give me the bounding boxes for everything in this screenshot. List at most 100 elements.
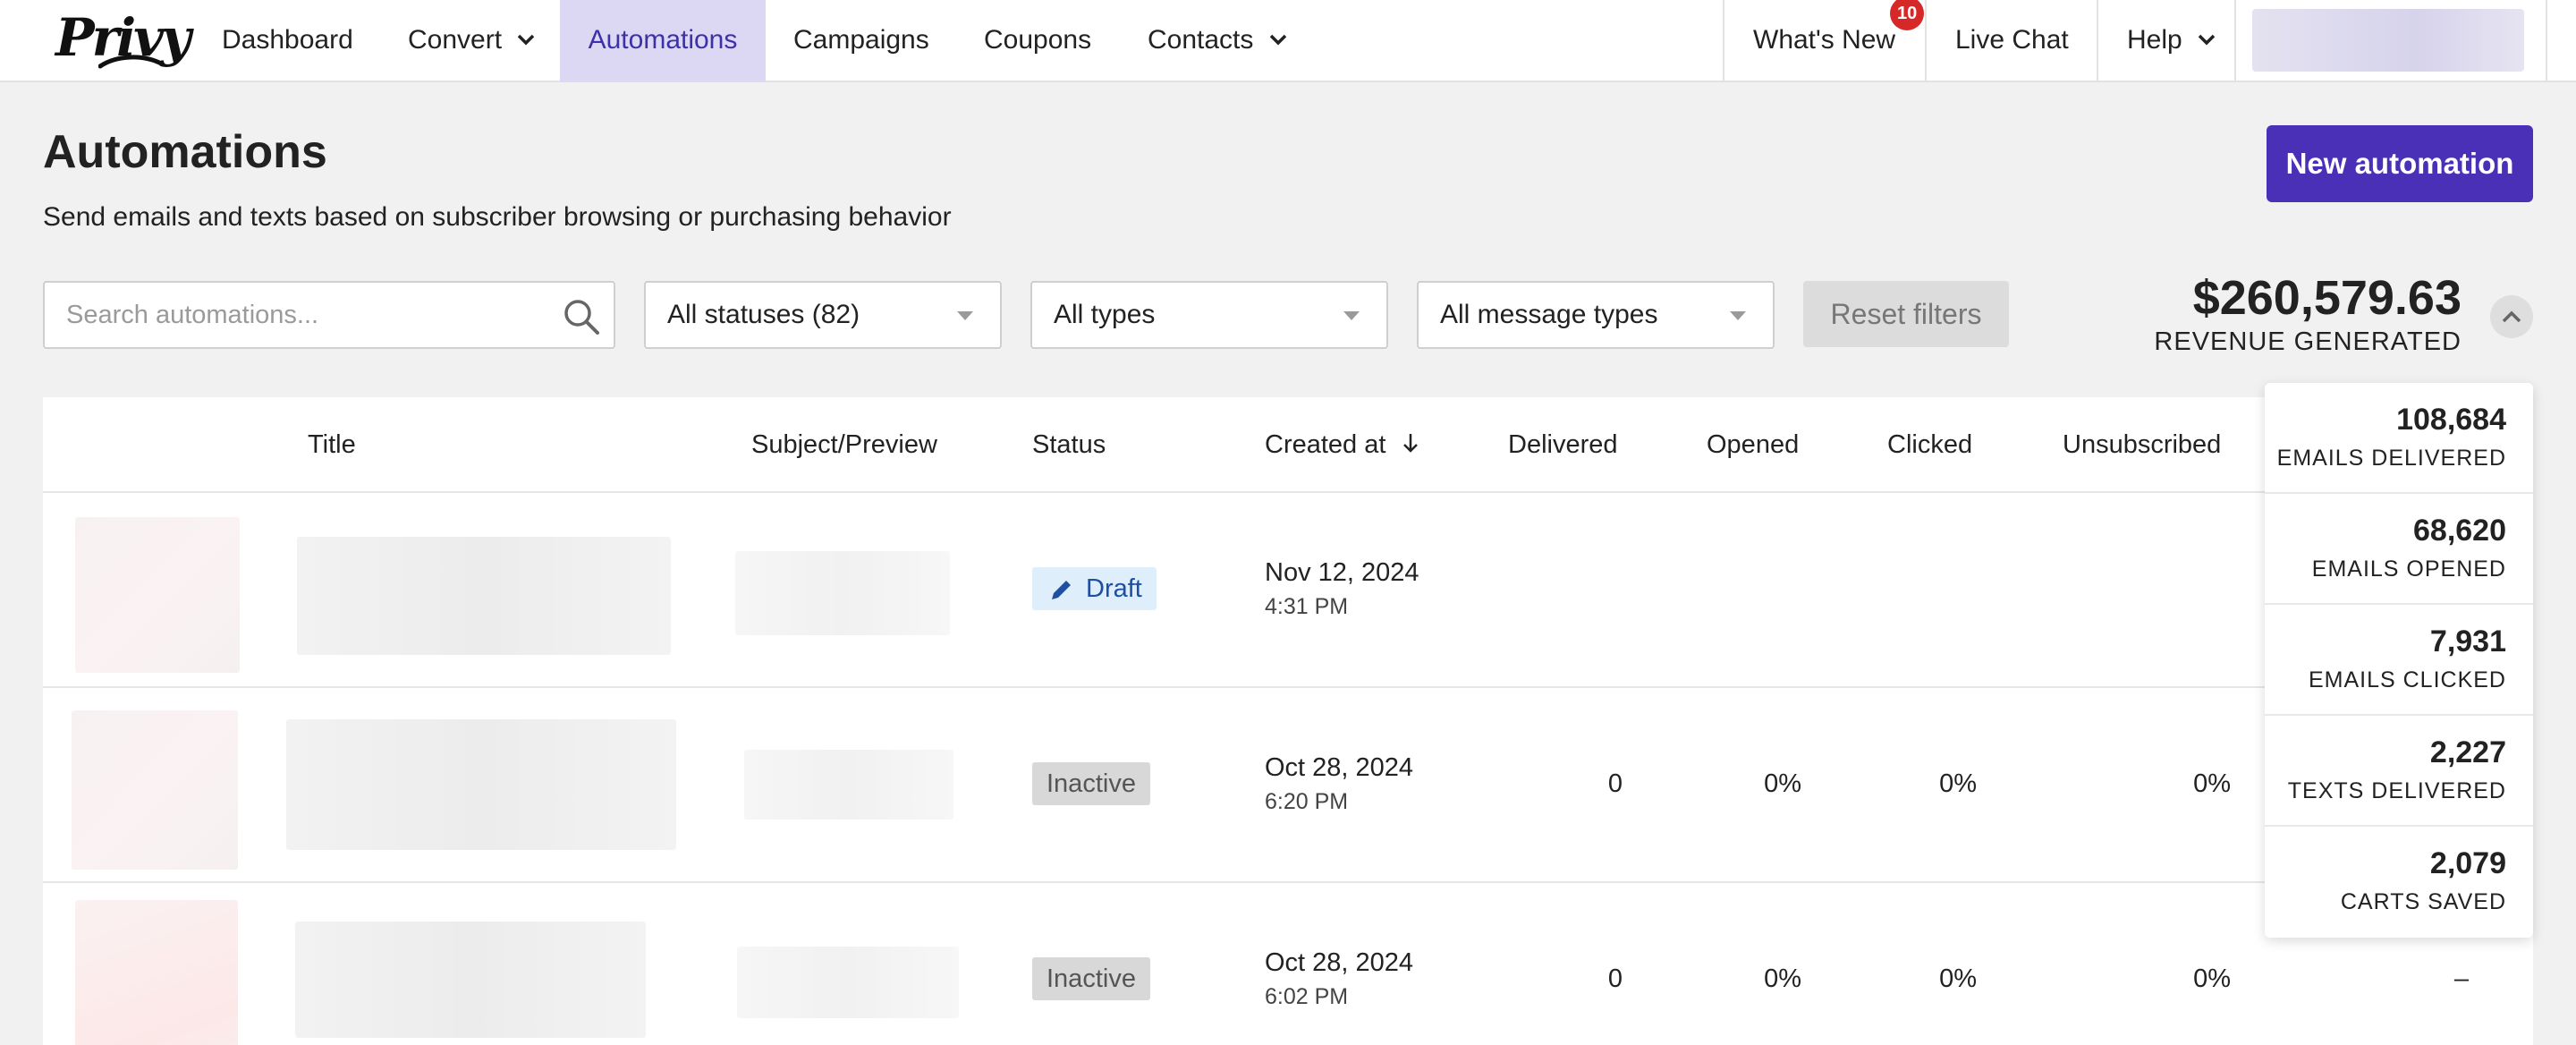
nav-divider bbox=[2234, 0, 2236, 82]
created-time: 6:02 PM bbox=[1265, 984, 1349, 1009]
stat-label: EMAILS OPENED bbox=[2311, 556, 2506, 582]
nav-label: Campaigns bbox=[793, 25, 929, 55]
column-header-subject[interactable]: Subject/Preview bbox=[751, 397, 937, 492]
status-filter-select[interactable]: All statuses (82) bbox=[644, 281, 1002, 349]
reset-filters-button[interactable]: Reset filters bbox=[1803, 281, 2009, 347]
stat-value: 2,227 bbox=[2429, 735, 2506, 769]
created-date: Oct 28, 2024 bbox=[1265, 948, 1414, 977]
notification-badge: 10 bbox=[1890, 0, 1925, 30]
account-menu[interactable] bbox=[2252, 9, 2524, 72]
nav-campaigns[interactable]: Campaigns bbox=[793, 0, 929, 82]
page-subtitle: Send emails and texts based on subscribe… bbox=[43, 202, 952, 232]
stat-value: 108,684 bbox=[2396, 403, 2506, 437]
column-header-label: Created at bbox=[1265, 430, 1386, 459]
nav-label: What's New bbox=[1753, 25, 1896, 55]
column-header-unsubscribed[interactable]: Unsubscribed bbox=[2063, 397, 2221, 492]
nav-contacts[interactable]: Contacts bbox=[1148, 0, 1288, 82]
revenue-value: $260,579.63 bbox=[2192, 271, 2462, 325]
nav-label: Coupons bbox=[984, 25, 1092, 55]
clicked-value: 0% bbox=[1939, 964, 1977, 993]
extra-value: – bbox=[2453, 964, 2469, 993]
stat-emails-opened: 68,620 EMAILS OPENED bbox=[2265, 494, 2533, 605]
redacted-title bbox=[297, 537, 671, 655]
nav-dashboard[interactable]: Dashboard bbox=[222, 0, 353, 82]
chevron-down-icon bbox=[2198, 34, 2216, 46]
redacted-title bbox=[286, 719, 676, 850]
caret-down-icon bbox=[957, 311, 973, 320]
page-title: Automations bbox=[43, 126, 327, 178]
unsubscribed-value: 0% bbox=[2193, 769, 2231, 798]
nav-divider bbox=[2097, 0, 2098, 82]
column-header-created-at[interactable]: Created at bbox=[1265, 397, 1419, 492]
nav-coupons[interactable]: Coupons bbox=[984, 0, 1091, 82]
stat-label: EMAILS DELIVERED bbox=[2276, 446, 2506, 471]
redacted-subject bbox=[735, 551, 950, 635]
type-filter-value: All types bbox=[1054, 300, 1156, 329]
stat-value: 7,931 bbox=[2429, 624, 2506, 658]
search-icon[interactable] bbox=[562, 297, 601, 336]
stat-carts-saved: 2,079 CARTS SAVED bbox=[2265, 827, 2533, 938]
status-label: Draft bbox=[1086, 574, 1142, 603]
nav-label: Convert bbox=[408, 25, 503, 55]
stat-label: TEXTS DELIVERED bbox=[2287, 778, 2506, 803]
stat-emails-clicked: 7,931 EMAILS CLICKED bbox=[2265, 605, 2533, 716]
redacted-title bbox=[295, 922, 646, 1038]
stat-value: 2,079 bbox=[2429, 846, 2506, 880]
chevron-down-icon bbox=[518, 34, 535, 46]
nav-whats-new[interactable]: What's New 10 bbox=[1753, 0, 1925, 82]
stat-label: EMAILS CLICKED bbox=[2308, 667, 2506, 692]
created-time: 6:20 PM bbox=[1265, 789, 1349, 814]
row-divider bbox=[43, 686, 2533, 688]
logo-swoosh-icon bbox=[98, 55, 165, 69]
opened-value: 0% bbox=[1764, 964, 1801, 993]
chevron-down-icon bbox=[1269, 34, 1286, 46]
nav-label: Help bbox=[2127, 25, 2182, 55]
revenue-stats-dropdown: 108,684 EMAILS DELIVERED 68,620 EMAILS O… bbox=[2265, 383, 2533, 938]
new-automation-button[interactable]: New automation bbox=[2267, 125, 2533, 202]
nav-automations[interactable]: Automations bbox=[560, 0, 766, 82]
column-header-title[interactable]: Title bbox=[308, 397, 356, 492]
revenue-label: REVENUE GENERATED bbox=[2154, 327, 2462, 356]
opened-value: 0% bbox=[1764, 769, 1801, 798]
created-date: Oct 28, 2024 bbox=[1265, 753, 1414, 782]
created-time: 4:31 PM bbox=[1265, 594, 1349, 619]
column-header-delivered[interactable]: Delivered bbox=[1508, 397, 1618, 492]
created-date: Nov 12, 2024 bbox=[1265, 558, 1419, 587]
redacted-subject bbox=[737, 947, 959, 1018]
stat-label: CARTS SAVED bbox=[2340, 889, 2506, 914]
nav-divider bbox=[2546, 0, 2547, 82]
status-badge: Inactive bbox=[1032, 957, 1150, 1000]
message-type-filter-select[interactable]: All message types bbox=[1417, 281, 1775, 349]
pencil-icon bbox=[1052, 581, 1071, 599]
thumbnail bbox=[72, 710, 238, 870]
nav-label: Contacts bbox=[1148, 25, 1254, 55]
collapse-stats-button[interactable] bbox=[2490, 295, 2533, 338]
status-badge: Draft bbox=[1032, 567, 1157, 610]
row-divider bbox=[43, 881, 2533, 883]
clicked-value: 0% bbox=[1939, 769, 1977, 798]
top-navigation: Privy Dashboard Convert Automations Camp… bbox=[0, 0, 2576, 82]
nav-help[interactable]: Help bbox=[2127, 0, 2216, 82]
nav-convert[interactable]: Convert bbox=[408, 0, 536, 82]
redacted-subject bbox=[744, 750, 953, 820]
column-header-status[interactable]: Status bbox=[1032, 397, 1106, 492]
nav-label: Dashboard bbox=[222, 25, 353, 55]
caret-down-icon bbox=[1343, 311, 1360, 320]
caret-down-icon bbox=[1730, 311, 1746, 320]
nav-live-chat[interactable]: Live Chat bbox=[1955, 0, 2069, 82]
search-input[interactable] bbox=[66, 283, 549, 347]
thumbnail bbox=[75, 900, 238, 1045]
search-field bbox=[43, 281, 615, 349]
nav-divider bbox=[1925, 0, 1927, 82]
delivered-value: 0 bbox=[1607, 769, 1623, 798]
nav-label: Live Chat bbox=[1955, 25, 2069, 55]
type-filter-select[interactable]: All types bbox=[1030, 281, 1388, 349]
nav-label: Automations bbox=[588, 25, 738, 55]
column-header-opened[interactable]: Opened bbox=[1707, 397, 1799, 492]
column-header-clicked[interactable]: Clicked bbox=[1887, 397, 1972, 492]
nav-divider bbox=[1723, 0, 1724, 82]
stat-value: 68,620 bbox=[2413, 514, 2506, 548]
thumbnail bbox=[75, 517, 240, 673]
sort-arrow-down-icon bbox=[1403, 434, 1419, 454]
status-filter-value: All statuses (82) bbox=[667, 300, 860, 329]
